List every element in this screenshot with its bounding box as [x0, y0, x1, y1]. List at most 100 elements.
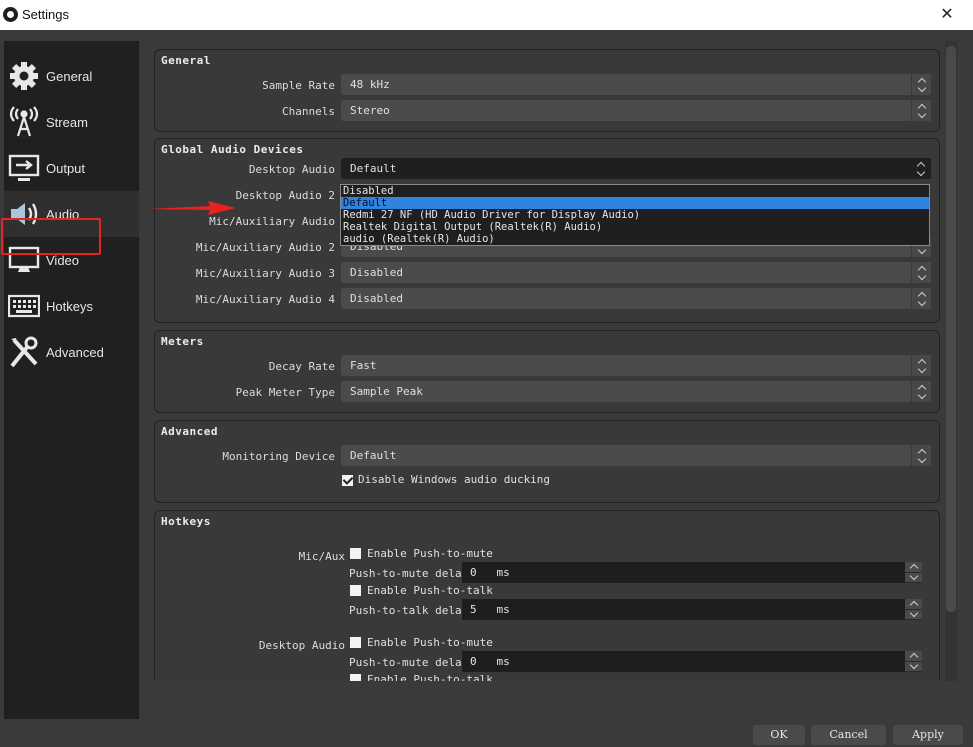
- gear-icon: [6, 58, 42, 94]
- mic-aux-push-to-talk-label: Enable Push-to-talk: [367, 584, 493, 597]
- settings-sidebar: General Stream Output Audio Video Hotkey…: [4, 41, 139, 719]
- sidebar-item-output[interactable]: Output: [4, 145, 139, 191]
- sidebar-item-audio[interactable]: Audio: [4, 191, 139, 237]
- desktop-push-to-mute-checkbox[interactable]: [350, 637, 361, 648]
- sidebar-item-label: Audio: [46, 206, 80, 222]
- sidebar-item-video[interactable]: Video: [4, 237, 139, 283]
- decay-rate-select[interactable]: Fast: [341, 355, 931, 376]
- monitor-icon: [6, 242, 42, 278]
- chevron-up-down-icon: [911, 262, 931, 283]
- desktop-push-to-talk-label: Enable Push-to-talk: [367, 673, 493, 681]
- monitoring-device-select[interactable]: Default: [341, 445, 931, 466]
- delay-unit: ms: [496, 655, 510, 668]
- peak-meter-type-value: Sample Peak: [350, 385, 423, 398]
- desktop-push-to-talk-checkbox[interactable]: [350, 674, 361, 681]
- mic-aux-push-to-mute-checkbox[interactable]: [350, 548, 361, 559]
- mic-aux-push-to-talk-delay-label: Push-to-talk delay: [349, 604, 469, 617]
- settings-client: General Stream Output Audio Video Hotkey…: [0, 30, 973, 747]
- close-button[interactable]: ✕: [935, 3, 959, 27]
- channels-label: Channels: [282, 105, 335, 118]
- meters-group: Meters Decay Rate Fast Peak Meter Type S…: [154, 330, 940, 413]
- disable-ducking-label: Disable Windows audio ducking: [358, 473, 551, 486]
- sidebar-item-hotkeys[interactable]: Hotkeys: [4, 283, 139, 329]
- chevron-up-down-icon: [911, 100, 931, 121]
- group-title: Hotkeys: [161, 515, 211, 528]
- sample-rate-value: 48 kHz: [350, 78, 390, 91]
- stepper-down-button[interactable]: [905, 609, 922, 620]
- sample-rate-select[interactable]: 48 kHz: [341, 74, 931, 95]
- broadcast-tower-icon: [6, 104, 42, 140]
- scrollbar-thumb[interactable]: [946, 46, 956, 612]
- mic-aux-audio-3-value: Disabled: [350, 266, 403, 279]
- desktop-audio-hotkey-label: Desktop Audio: [258, 639, 345, 652]
- desktop-push-to-mute-stepper[interactable]: [905, 651, 922, 672]
- mic-aux-push-to-mute-stepper[interactable]: [905, 562, 922, 583]
- window-title: Settings: [22, 7, 69, 22]
- sidebar-item-label: Stream: [46, 114, 88, 130]
- desktop-push-to-mute-label: Enable Push-to-mute: [367, 636, 493, 649]
- delay-unit: ms: [496, 603, 510, 616]
- chevron-up-down-icon: [911, 355, 931, 376]
- group-title: Meters: [161, 335, 204, 348]
- wrench-screwdriver-icon: [6, 334, 42, 370]
- mic-aux-audio-3-select[interactable]: Disabled: [341, 262, 931, 283]
- mic-aux-audio-4-value: Disabled: [350, 292, 403, 305]
- dropdown-option[interactable]: Disabled: [341, 185, 929, 197]
- cancel-button[interactable]: Cancel: [811, 725, 886, 745]
- mic-aux-push-to-mute-label: Enable Push-to-mute: [367, 547, 493, 560]
- monitoring-device-label: Monitoring Device: [222, 450, 335, 463]
- decay-rate-value: Fast: [350, 359, 377, 372]
- chevron-up-down-icon: [911, 445, 931, 466]
- stepper-down-button[interactable]: [905, 661, 922, 672]
- delay-unit: ms: [496, 566, 510, 579]
- desktop-audio-2-label: Desktop Audio 2: [235, 189, 335, 202]
- delay-value: 5: [470, 603, 477, 616]
- desktop-audio-2-dropdown[interactable]: Disabled Default Redmi 27 NF (HD Audio D…: [340, 184, 930, 246]
- sidebar-item-label: Hotkeys: [46, 298, 93, 314]
- group-title: General: [161, 54, 211, 67]
- speaker-icon: [6, 196, 42, 232]
- sidebar-item-general[interactable]: General: [4, 53, 139, 99]
- dropdown-option[interactable]: audio (Realtek(R) Audio): [341, 233, 929, 245]
- channels-value: Stereo: [350, 104, 390, 117]
- desktop-audio-select[interactable]: Default: [341, 158, 931, 179]
- chevron-up-down-icon: [911, 74, 931, 95]
- delay-value: 0: [470, 655, 477, 668]
- monitor-output-icon: [6, 150, 42, 186]
- sidebar-item-advanced[interactable]: Advanced: [4, 329, 139, 375]
- mic-aux-push-to-talk-checkbox[interactable]: [350, 585, 361, 596]
- mic-aux-audio-3-label: Mic/Auxiliary Audio 3: [195, 267, 335, 280]
- desktop-push-to-mute-delay-input[interactable]: 0 ms: [462, 651, 907, 672]
- group-title: Advanced: [161, 425, 218, 438]
- title-bar: Settings ✕: [0, 0, 973, 30]
- sidebar-item-label: Output: [46, 160, 86, 176]
- mic-aux-push-to-mute-delay-input[interactable]: 0 ms: [462, 562, 907, 583]
- apply-button[interactable]: Apply: [893, 725, 963, 745]
- desktop-push-to-mute-delay-label: Push-to-mute delay: [349, 656, 469, 669]
- channels-select[interactable]: Stereo: [341, 100, 931, 121]
- mic-aux-push-to-talk-delay-input[interactable]: 5 ms: [462, 599, 907, 620]
- peak-meter-type-select[interactable]: Sample Peak: [341, 381, 931, 402]
- sidebar-item-label: General: [46, 68, 93, 84]
- mic-aux-audio-4-select[interactable]: Disabled: [341, 288, 931, 309]
- ok-button[interactable]: OK: [753, 725, 805, 745]
- mic-aux-audio-2-label: Mic/Auxiliary Audio 2: [195, 241, 335, 254]
- desktop-audio-value: Default: [350, 162, 397, 175]
- chevron-up-down-icon: [911, 381, 931, 402]
- general-group: General Sample Rate 48 kHz Channels Ster…: [154, 49, 940, 132]
- sidebar-item-stream[interactable]: Stream: [4, 99, 139, 145]
- chevron-up-down-icon: [911, 158, 931, 179]
- stepper-down-button[interactable]: [905, 572, 922, 583]
- mic-aux-audio-label: Mic/Auxiliary Audio: [209, 215, 335, 228]
- dropdown-option[interactable]: Redmi 27 NF (HD Audio Driver for Display…: [341, 209, 929, 221]
- sidebar-item-label: Advanced: [46, 344, 104, 360]
- dropdown-option-selected[interactable]: Default: [341, 197, 929, 209]
- mic-aux-push-to-talk-stepper[interactable]: [905, 599, 922, 620]
- keyboard-icon: [6, 288, 42, 324]
- peak-meter-type-label: Peak Meter Type: [235, 386, 335, 399]
- group-title: Global Audio Devices: [161, 143, 304, 156]
- desktop-audio-label: Desktop Audio: [248, 163, 335, 176]
- dropdown-option[interactable]: Realtek Digital Output (Realtek(R) Audio…: [341, 221, 929, 233]
- advanced-group: Advanced Monitoring Device Default Disab…: [154, 420, 940, 503]
- disable-ducking-checkbox[interactable]: [342, 475, 353, 486]
